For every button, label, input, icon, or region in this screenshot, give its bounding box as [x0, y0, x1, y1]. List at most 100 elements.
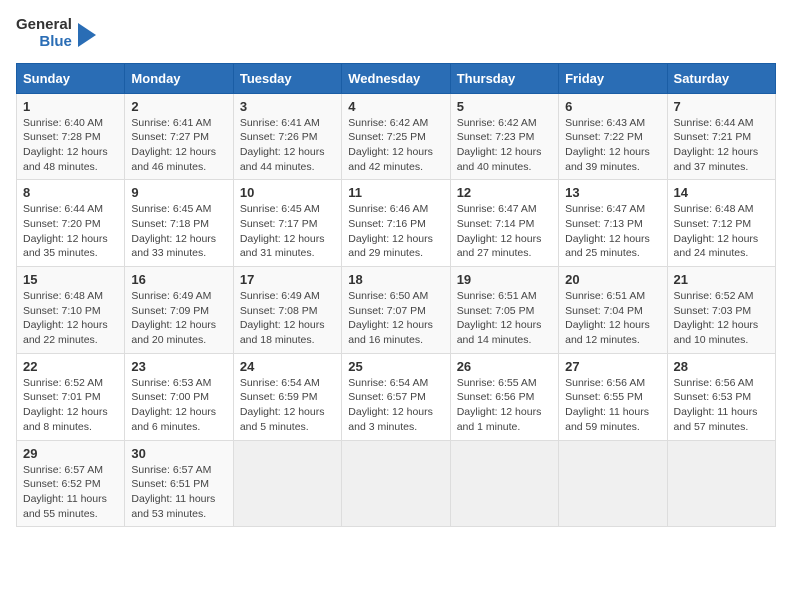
day-info: Sunrise: 6:41 AM Sunset: 7:26 PM Dayligh… — [240, 116, 335, 175]
day-info: Sunrise: 6:57 AM Sunset: 6:52 PM Dayligh… — [23, 463, 118, 522]
day-number: 28 — [674, 359, 769, 374]
calendar-cell: 27 Sunrise: 6:56 AM Sunset: 6:55 PM Dayli… — [559, 353, 667, 440]
day-number: 9 — [131, 185, 226, 200]
day-number: 7 — [674, 99, 769, 114]
column-header-monday: Monday — [125, 63, 233, 93]
day-number: 20 — [565, 272, 660, 287]
calendar-cell: 28 Sunrise: 6:56 AM Sunset: 6:53 PM Dayli… — [667, 353, 775, 440]
calendar-cell: 3 Sunrise: 6:41 AM Sunset: 7:26 PM Daylig… — [233, 93, 341, 180]
day-info: Sunrise: 6:48 AM Sunset: 7:10 PM Dayligh… — [23, 289, 118, 348]
calendar-cell: 14 Sunrise: 6:48 AM Sunset: 7:12 PM Dayli… — [667, 180, 775, 267]
calendar-cell: 18Sunrise: 6:50 AM Sunset: 7:07 PM Dayli… — [342, 267, 450, 354]
day-number: 12 — [457, 185, 552, 200]
day-info: Sunrise: 6:46 AM Sunset: 7:16 PM Dayligh… — [348, 202, 443, 261]
day-info: Sunrise: 6:44 AM Sunset: 7:20 PM Dayligh… — [23, 202, 118, 261]
day-number: 16 — [131, 272, 226, 287]
calendar-cell: 16 Sunrise: 6:49 AM Sunset: 7:09 PM Dayli… — [125, 267, 233, 354]
day-info: Sunrise: 6:51 AM Sunset: 7:05 PM Dayligh… — [457, 289, 552, 348]
day-number: 13 — [565, 185, 660, 200]
day-info: Sunrise: 6:45 AM Sunset: 7:18 PM Dayligh… — [131, 202, 226, 261]
calendar-table: SundayMondayTuesdayWednesdayThursdayFrid… — [16, 63, 776, 528]
day-info: Sunrise: 6:49 AM Sunset: 7:09 PM Dayligh… — [131, 289, 226, 348]
calendar-cell: 30 Sunrise: 6:57 AM Sunset: 6:51 PM Dayli… — [125, 440, 233, 527]
day-number: 27 — [565, 359, 660, 374]
calendar-cell: 20 Sunrise: 6:51 AM Sunset: 7:04 PM Dayli… — [559, 267, 667, 354]
day-info: Sunrise: 6:45 AM Sunset: 7:17 PM Dayligh… — [240, 202, 335, 261]
logo-arrow-icon — [78, 23, 96, 47]
day-info: Sunrise: 6:47 AM Sunset: 7:14 PM Dayligh… — [457, 202, 552, 261]
calendar-cell: 4 Sunrise: 6:42 AM Sunset: 7:25 PM Daylig… — [342, 93, 450, 180]
column-header-wednesday: Wednesday — [342, 63, 450, 93]
calendar-cell: 6 Sunrise: 6:43 AM Sunset: 7:22 PM Daylig… — [559, 93, 667, 180]
calendar-cell: 7 Sunrise: 6:44 AM Sunset: 7:21 PM Daylig… — [667, 93, 775, 180]
day-info: Sunrise: 6:44 AM Sunset: 7:21 PM Dayligh… — [674, 116, 769, 175]
day-number: 5 — [457, 99, 552, 114]
calendar-cell — [667, 440, 775, 527]
column-header-sunday: Sunday — [17, 63, 125, 93]
day-number: 25 — [348, 359, 443, 374]
calendar-cell: 8 Sunrise: 6:44 AM Sunset: 7:20 PM Daylig… — [17, 180, 125, 267]
calendar-cell: 11 Sunrise: 6:46 AM Sunset: 7:16 PM Dayli… — [342, 180, 450, 267]
day-info: Sunrise: 6:51 AM Sunset: 7:04 PM Dayligh… — [565, 289, 660, 348]
calendar-week-row: 29 Sunrise: 6:57 AM Sunset: 6:52 PM Dayli… — [17, 440, 776, 527]
calendar-cell — [559, 440, 667, 527]
column-header-saturday: Saturday — [667, 63, 775, 93]
calendar-cell: 2Sunrise: 6:41 AM Sunset: 7:27 PM Daylig… — [125, 93, 233, 180]
calendar-cell: 9 Sunrise: 6:45 AM Sunset: 7:18 PM Daylig… — [125, 180, 233, 267]
column-header-friday: Friday — [559, 63, 667, 93]
logo: General Blue — [16, 16, 96, 51]
calendar-cell: 1Sunrise: 6:40 AM Sunset: 7:28 PM Daylig… — [17, 93, 125, 180]
day-number: 26 — [457, 359, 552, 374]
day-number: 19 — [457, 272, 552, 287]
day-info: Sunrise: 6:56 AM Sunset: 6:53 PM Dayligh… — [674, 376, 769, 435]
day-number: 30 — [131, 446, 226, 461]
logo-text-blue: Blue — [39, 33, 72, 50]
day-info: Sunrise: 6:48 AM Sunset: 7:12 PM Dayligh… — [674, 202, 769, 261]
day-number: 1 — [23, 99, 118, 114]
day-number: 15 — [23, 272, 118, 287]
day-number: 8 — [23, 185, 118, 200]
day-info: Sunrise: 6:57 AM Sunset: 6:51 PM Dayligh… — [131, 463, 226, 522]
calendar-cell: 17Sunrise: 6:49 AM Sunset: 7:08 PM Dayli… — [233, 267, 341, 354]
calendar-cell: 19 Sunrise: 6:51 AM Sunset: 7:05 PM Dayli… — [450, 267, 558, 354]
day-number: 6 — [565, 99, 660, 114]
day-info: Sunrise: 6:52 AM Sunset: 7:01 PM Dayligh… — [23, 376, 118, 435]
day-info: Sunrise: 6:52 AM Sunset: 7:03 PM Dayligh… — [674, 289, 769, 348]
day-info: Sunrise: 6:56 AM Sunset: 6:55 PM Dayligh… — [565, 376, 660, 435]
day-number: 11 — [348, 185, 443, 200]
day-number: 24 — [240, 359, 335, 374]
column-header-thursday: Thursday — [450, 63, 558, 93]
calendar-week-row: 8 Sunrise: 6:44 AM Sunset: 7:20 PM Daylig… — [17, 180, 776, 267]
day-info: Sunrise: 6:55 AM Sunset: 6:56 PM Dayligh… — [457, 376, 552, 435]
day-info: Sunrise: 6:41 AM Sunset: 7:27 PM Dayligh… — [131, 116, 226, 175]
calendar-cell: 13 Sunrise: 6:47 AM Sunset: 7:13 PM Dayli… — [559, 180, 667, 267]
day-info: Sunrise: 6:42 AM Sunset: 7:23 PM Dayligh… — [457, 116, 552, 175]
calendar-cell: 25 Sunrise: 6:54 AM Sunset: 6:57 PM Dayli… — [342, 353, 450, 440]
calendar-cell — [342, 440, 450, 527]
day-number: 10 — [240, 185, 335, 200]
day-info: Sunrise: 6:43 AM Sunset: 7:22 PM Dayligh… — [565, 116, 660, 175]
calendar-cell: 23Sunrise: 6:53 AM Sunset: 7:00 PM Dayli… — [125, 353, 233, 440]
day-number: 3 — [240, 99, 335, 114]
calendar-header-row: SundayMondayTuesdayWednesdayThursdayFrid… — [17, 63, 776, 93]
day-number: 18 — [348, 272, 443, 287]
calendar-cell — [233, 440, 341, 527]
day-number: 29 — [23, 446, 118, 461]
calendar-cell: 5 Sunrise: 6:42 AM Sunset: 7:23 PM Daylig… — [450, 93, 558, 180]
calendar-cell: 26 Sunrise: 6:55 AM Sunset: 6:56 PM Dayli… — [450, 353, 558, 440]
logo-text-general: General — [16, 16, 72, 33]
page-header: General Blue — [16, 16, 776, 51]
calendar-week-row: 15 Sunrise: 6:48 AM Sunset: 7:10 PM Dayli… — [17, 267, 776, 354]
day-info: Sunrise: 6:47 AM Sunset: 7:13 PM Dayligh… — [565, 202, 660, 261]
column-header-tuesday: Tuesday — [233, 63, 341, 93]
calendar-cell — [450, 440, 558, 527]
calendar-cell: 22 Sunrise: 6:52 AM Sunset: 7:01 PM Dayli… — [17, 353, 125, 440]
calendar-cell: 15 Sunrise: 6:48 AM Sunset: 7:10 PM Dayli… — [17, 267, 125, 354]
day-number: 14 — [674, 185, 769, 200]
day-number: 4 — [348, 99, 443, 114]
day-info: Sunrise: 6:42 AM Sunset: 7:25 PM Dayligh… — [348, 116, 443, 175]
day-number: 23 — [131, 359, 226, 374]
day-number: 22 — [23, 359, 118, 374]
day-info: Sunrise: 6:54 AM Sunset: 6:57 PM Dayligh… — [348, 376, 443, 435]
day-number: 17 — [240, 272, 335, 287]
